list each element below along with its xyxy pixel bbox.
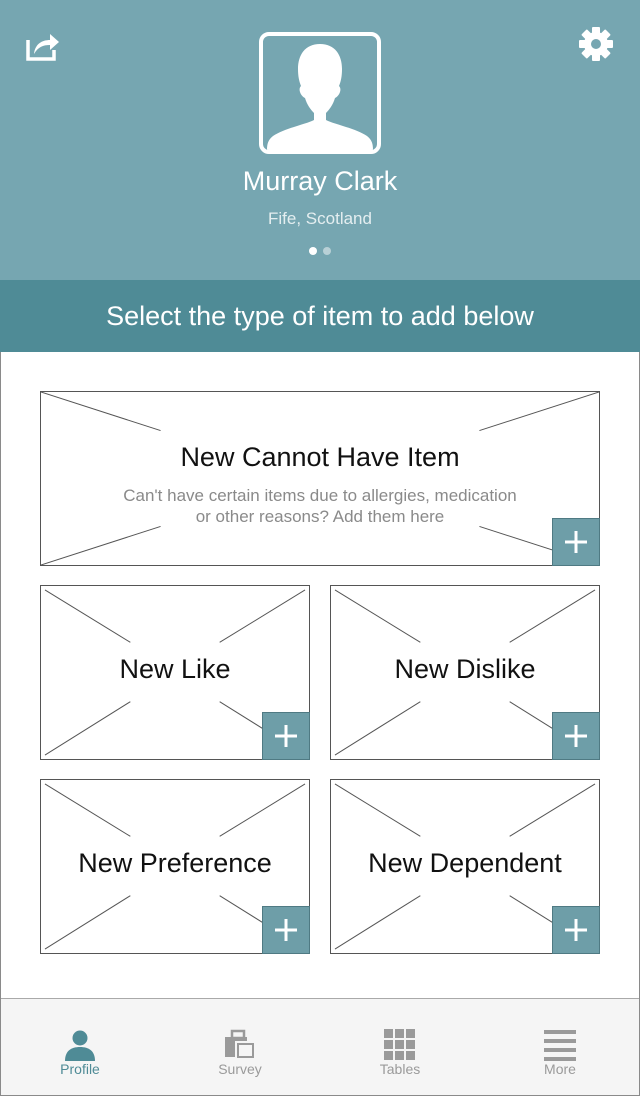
profile-name: Murray Clark	[242, 166, 398, 196]
card-new-cannot-have-item[interactable]: New Cannot Have Item Can't have certain …	[40, 391, 600, 566]
avatar[interactable]	[259, 32, 381, 154]
profile-header: Murray Clark Fife, Scotland	[0, 0, 640, 280]
card-description-line-2: or other reasons? Add them here	[195, 507, 445, 526]
tab-label: Survey	[218, 1061, 262, 1077]
add-cannot-have-button[interactable]	[552, 518, 600, 566]
briefcase-icon	[225, 1029, 256, 1060]
plus-icon	[275, 725, 297, 747]
card-description: Can't have certain items due to allergie…	[101, 485, 539, 527]
card-title: New Preference	[78, 848, 272, 878]
gear-icon	[579, 27, 613, 61]
settings-button[interactable]	[578, 26, 614, 62]
plus-icon	[565, 919, 587, 941]
tab-label: More	[544, 1061, 576, 1077]
profile-location: Fife, Scotland	[268, 209, 372, 228]
card-title: New Like	[119, 654, 231, 684]
plus-icon	[565, 725, 587, 747]
image-placeholder-icon	[41, 392, 599, 565]
plus-icon	[565, 531, 587, 553]
add-preference-button[interactable]	[262, 906, 310, 954]
tab-more[interactable]: More	[510, 999, 610, 1096]
tab-survey[interactable]: Survey	[190, 999, 290, 1096]
grid-icon	[384, 1029, 415, 1060]
share-icon	[26, 34, 59, 61]
tab-profile[interactable]: Profile	[30, 999, 130, 1096]
instruction-banner: Select the type of item to add below	[0, 280, 640, 352]
add-like-button[interactable]	[262, 712, 310, 760]
card-new-like[interactable]: New Like	[40, 585, 310, 760]
card-title: New Dislike	[394, 654, 536, 684]
tab-label: Tables	[379, 1061, 421, 1077]
tab-bar: Profile Survey Tables More	[1, 998, 639, 1095]
page-dot-2[interactable]	[323, 247, 331, 255]
add-dislike-button[interactable]	[552, 712, 600, 760]
person-silhouette-icon	[267, 44, 373, 150]
card-new-preference[interactable]: New Preference	[40, 779, 310, 954]
plus-icon	[275, 919, 297, 941]
page-dot-1[interactable]	[309, 247, 317, 255]
card-title: New Cannot Have Item	[180, 442, 460, 472]
add-dependent-button[interactable]	[552, 906, 600, 954]
card-description-line-1: Can't have certain items due to allergie…	[123, 486, 517, 505]
person-icon	[65, 1030, 95, 1061]
card-new-dependent[interactable]: New Dependent	[330, 779, 600, 954]
share-button[interactable]	[25, 28, 61, 62]
tab-tables[interactable]: Tables	[350, 999, 450, 1096]
card-title: New Dependent	[368, 848, 562, 878]
menu-icon	[544, 1030, 576, 1061]
card-new-dislike[interactable]: New Dislike	[330, 585, 600, 760]
page-indicator[interactable]	[0, 247, 640, 255]
tab-label: Profile	[60, 1061, 100, 1077]
